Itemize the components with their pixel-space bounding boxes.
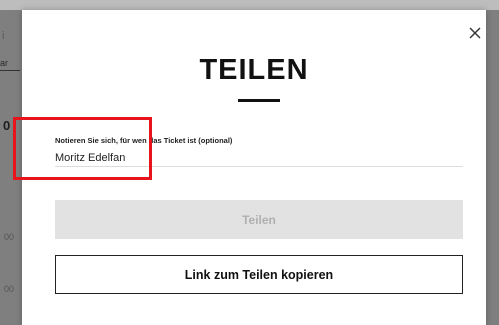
title-underline bbox=[238, 99, 280, 102]
background-text-fragment: i bbox=[2, 30, 5, 42]
dialog-title: TEILEN bbox=[199, 54, 309, 86]
background-text-fragment: ar bbox=[0, 58, 9, 68]
background-text-fragment: 00 bbox=[4, 232, 15, 242]
background-top-strip bbox=[0, 0, 499, 10]
copy-share-link-button[interactable]: Link zum Teilen kopieren bbox=[55, 255, 463, 294]
highlight-box bbox=[13, 117, 152, 180]
screen: i ar 0 00 00 TEILEN Notieren Sie sich, f… bbox=[0, 0, 499, 325]
background-text-fragment: 0 bbox=[3, 118, 11, 133]
background-underline bbox=[0, 70, 20, 71]
background-right-edge bbox=[486, 10, 499, 325]
background-text-fragment: 00 bbox=[4, 284, 15, 294]
close-icon bbox=[469, 27, 481, 39]
close-button[interactable] bbox=[468, 26, 482, 40]
share-button[interactable]: Teilen bbox=[55, 200, 463, 239]
